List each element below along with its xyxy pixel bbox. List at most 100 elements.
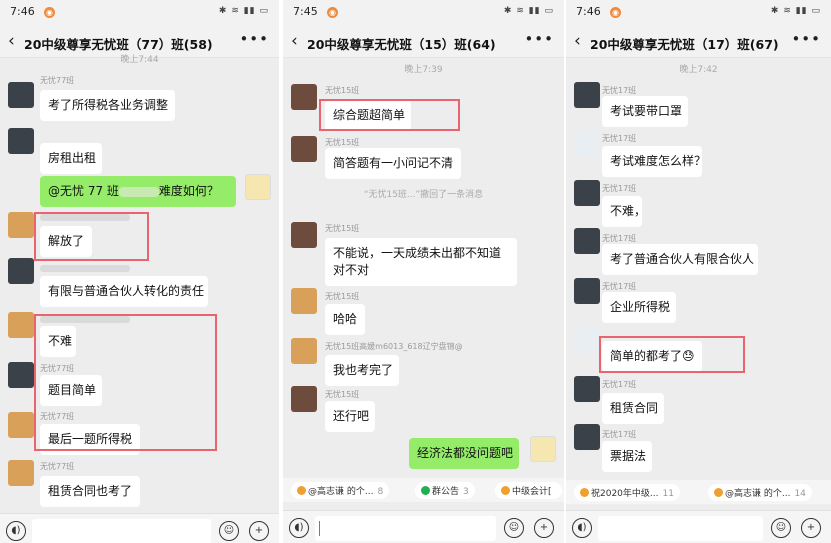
status-bar: 7:46 ◉ ✱ ≋ ▮▮ ▭ (0, 0, 279, 26)
chat-screen-2: 7:45 ◉ ✱ ≋ ▮▮ ▭ ‹ 20中级尊享无忧班（15）班(64) ••• 晚上7:3… (283, 0, 564, 543)
sender-avatar[interactable] (574, 228, 600, 254)
sender-avatar[interactable] (8, 362, 34, 388)
more-options-icon[interactable]: ••• (239, 30, 269, 48)
voice-icon[interactable]: ◖) (289, 518, 309, 538)
quick-chip[interactable]: @高志谦 的个... 14 (708, 484, 812, 501)
sender-avatar[interactable] (574, 328, 600, 354)
sender-avatar[interactable] (291, 338, 317, 364)
message-input[interactable] (32, 519, 211, 543)
chip-count: 3 (463, 487, 469, 497)
message-bubble[interactable]: 不能说，一天成绩未出都不知道对不对 (325, 238, 517, 286)
sender-name: 无忧77班 (40, 462, 75, 471)
sender-name: 无忧17班 (602, 184, 637, 193)
chat-screen-1: 7:46 ◉ ✱ ≋ ▮▮ ▭ ‹ 20中级尊享无忧班（77）班(58) ••• 晚上7:4… (0, 0, 279, 543)
message-bubble[interactable]: 房租出租 (40, 143, 102, 174)
message-input[interactable] (598, 516, 763, 541)
sender-avatar[interactable] (8, 258, 34, 284)
back-arrow-icon[interactable]: ‹ (8, 31, 15, 51)
emoji-icon[interactable]: ☺ (219, 521, 239, 541)
sender-avatar[interactable] (8, 460, 34, 486)
plus-icon[interactable]: + (249, 521, 269, 541)
message-bubble[interactable]: 我也考完了 (325, 355, 399, 386)
sender-avatar[interactable] (291, 222, 317, 248)
message-input[interactable] (315, 516, 496, 541)
chip-label: 祝2020年中级... (591, 489, 659, 499)
quick-chip[interactable]: 群公告 3 (415, 482, 475, 499)
message-bubble[interactable]: 哈哈 (325, 304, 365, 335)
sender-name: 无忧17班 (602, 430, 637, 439)
sender-avatar[interactable] (574, 82, 600, 108)
sender-name: 无忧17班 (602, 86, 637, 95)
voice-icon[interactable]: ◖) (572, 518, 592, 538)
sender-avatar[interactable] (8, 212, 34, 238)
message-bubble[interactable]: 考试难度怎么样？ (602, 146, 706, 177)
message-bubble[interactable]: 有限与普通合伙人转化的责任 (40, 276, 208, 307)
sender-avatar[interactable] (574, 180, 600, 206)
signal-battery-icon: ✱ ≋ ▮▮ ▭ (503, 6, 554, 16)
chat-screen-3: 7:46 ◉ ✱ ≋ ▮▮ ▭ ‹ 20中级尊享无忧班（17）班(67) ••• 晚上7:4… (566, 0, 831, 543)
message-bubble[interactable]: 租赁合同也考了 (40, 476, 140, 507)
message-bubble[interactable]: 还行吧 (325, 401, 375, 432)
message-text: 票据法 (610, 449, 647, 463)
back-arrow-icon[interactable]: ‹ (574, 31, 581, 51)
sender-avatar[interactable] (574, 278, 600, 304)
sender-avatar[interactable] (8, 128, 34, 154)
back-arrow-icon[interactable]: ‹ (291, 31, 298, 51)
group-title: 20中级尊享无忧班（17）班(67) (590, 37, 779, 52)
chat-header: ‹ 20中级尊享无忧班（17）班(67) ••• (566, 26, 831, 58)
sender-avatar[interactable] (574, 424, 600, 450)
sender-avatar[interactable] (291, 136, 317, 162)
sender-avatar[interactable] (8, 312, 34, 338)
message-bubble[interactable]: 企业所得税 (602, 292, 676, 323)
message-bubble[interactable]: 票据法 (602, 441, 652, 472)
sender-avatar[interactable] (291, 386, 317, 412)
status-time: 7:45 (293, 5, 318, 18)
message-text: 企业所得税 (610, 300, 671, 314)
message-bubble[interactable]: 租赁合同 (602, 393, 664, 424)
chat-timestamp: 晚上7:44 (120, 55, 159, 65)
message-bubble[interactable]: @无忧 77 班 难度如何？ (40, 176, 236, 207)
highlight-box (34, 314, 217, 451)
message-bubble[interactable]: 不难， (602, 196, 646, 227)
my-avatar[interactable] (245, 174, 271, 200)
sender-avatar[interactable] (574, 130, 600, 156)
quick-chip[interactable]: @高志谦 的个... 8 (291, 482, 390, 499)
sender-avatar[interactable] (291, 84, 317, 110)
quick-bar: 祝2020年中级... 11 @高志谦 的个... 14 (566, 480, 831, 504)
message-bubble[interactable]: 考了所得税各业务调整 (40, 90, 175, 121)
input-bar: ◖) ☺ + (566, 510, 831, 543)
plus-icon[interactable]: + (801, 518, 821, 538)
notification-dot-icon: ◉ (44, 7, 55, 18)
my-avatar[interactable] (530, 436, 556, 462)
message-text: 租赁合同也考了 (48, 484, 133, 498)
more-options-icon[interactable]: ••• (524, 30, 554, 48)
message-bubble[interactable]: 考试要带口罩 (602, 96, 688, 127)
chip-count: 11 (662, 489, 674, 499)
sender-avatar[interactable] (8, 412, 34, 438)
chip-icon (714, 488, 723, 497)
sender-name-blurred (40, 265, 130, 272)
message-text: 不难， (610, 204, 647, 218)
message-text: 租赁合同 (610, 401, 659, 415)
sender-avatar[interactable] (574, 376, 600, 402)
message-bubble[interactable]: 经济法都没问题吧 (409, 438, 519, 469)
emoji-icon[interactable]: ☺ (504, 518, 524, 538)
sender-avatar[interactable] (8, 82, 34, 108)
chip-count: 8 (377, 487, 384, 497)
sender-avatar[interactable] (291, 288, 317, 314)
voice-icon[interactable]: ◖) (6, 521, 26, 541)
quick-chip[interactable]: 中级会计[ (495, 482, 562, 499)
quick-bar: @高志谦 的个... 8 群公告 3 中级会计[ (283, 478, 564, 502)
highlight-box (34, 212, 149, 261)
message-bubble[interactable]: 简答题有一小问记不清 (325, 148, 461, 179)
chip-label: @高志谦 的个... (725, 489, 791, 499)
emoji-icon[interactable]: ☺ (771, 518, 791, 538)
sender-name: 无忧77班 (40, 76, 75, 85)
sender-name: 无忧17班 (602, 282, 637, 291)
more-options-icon[interactable]: ••• (791, 30, 821, 48)
message-bubble[interactable]: 考了普通合伙人有限合伙人 (602, 244, 758, 275)
group-title: 20中级尊享无忧班（77）班(58) (24, 37, 213, 52)
plus-icon[interactable]: + (534, 518, 554, 538)
quick-chip[interactable]: 祝2020年中级... 11 (574, 484, 680, 501)
chip-label: 中级会计[ (512, 487, 552, 497)
